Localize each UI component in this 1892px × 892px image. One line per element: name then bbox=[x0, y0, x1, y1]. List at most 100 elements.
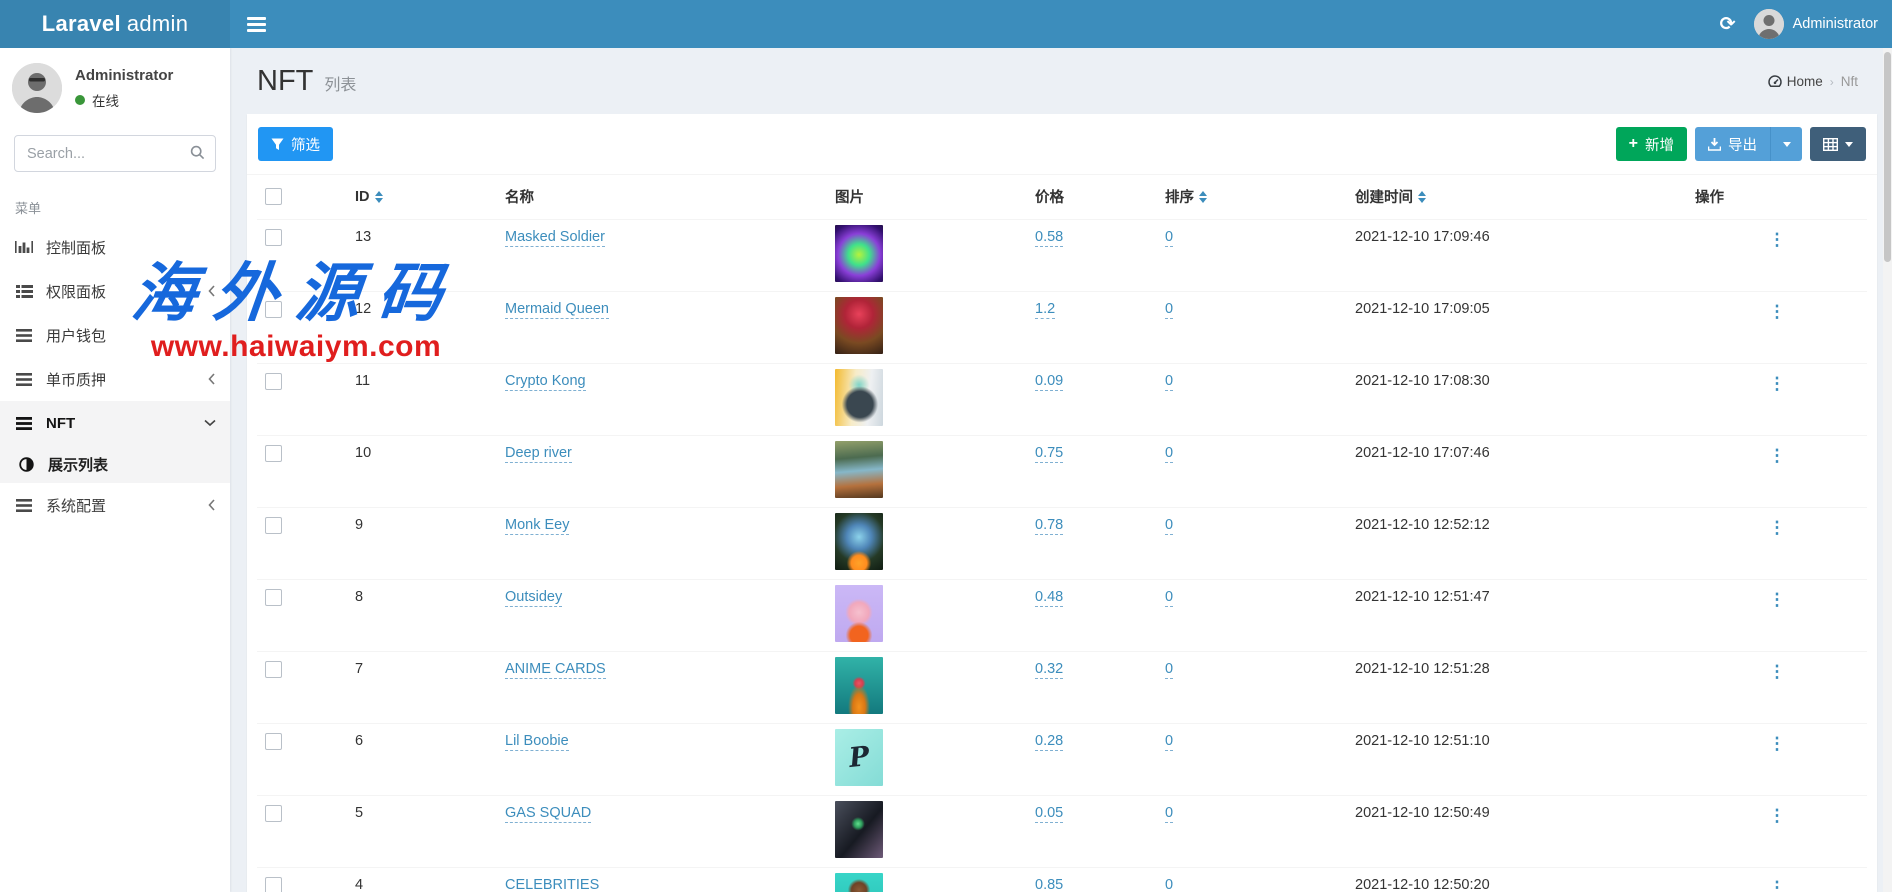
select-all-checkbox[interactable] bbox=[265, 188, 282, 205]
sidebar-menu: 控制面板 权限面板 用户钱包 单币质 bbox=[0, 225, 230, 527]
nft-price-link[interactable]: 1.2 bbox=[1035, 301, 1055, 319]
nft-price-link[interactable]: 0.32 bbox=[1035, 661, 1063, 679]
nft-price-link[interactable]: 0.85 bbox=[1035, 877, 1063, 892]
nft-price-link[interactable]: 0.48 bbox=[1035, 589, 1063, 607]
row-checkbox[interactable] bbox=[265, 877, 282, 892]
column-header-order[interactable]: 排序 bbox=[1165, 186, 1207, 207]
row-checkbox[interactable] bbox=[265, 589, 282, 606]
row-checkbox[interactable] bbox=[265, 373, 282, 390]
nft-order-link[interactable]: 0 bbox=[1165, 445, 1173, 463]
row-checkbox[interactable] bbox=[265, 301, 282, 318]
nft-price-link[interactable]: 0.05 bbox=[1035, 805, 1063, 823]
row-checkbox[interactable] bbox=[265, 229, 282, 246]
nft-price-link[interactable]: 0.28 bbox=[1035, 733, 1063, 751]
search-icon[interactable] bbox=[190, 145, 205, 160]
column-header-image: 图片 bbox=[835, 190, 864, 206]
chevron-left-icon bbox=[208, 373, 216, 385]
nft-thumbnail bbox=[835, 441, 883, 498]
menu-section-label: 菜单 bbox=[15, 198, 230, 217]
row-checkbox[interactable] bbox=[265, 661, 282, 678]
sidebar-toggle-button[interactable] bbox=[230, 0, 282, 48]
column-header-created[interactable]: 创建时间 bbox=[1355, 186, 1426, 207]
row-actions-button[interactable]: ⋮ bbox=[1763, 733, 1792, 754]
nft-id: 9 bbox=[347, 508, 497, 580]
nft-order-link[interactable]: 0 bbox=[1165, 373, 1173, 391]
sidebar-item-dashboard[interactable]: 控制面板 bbox=[0, 225, 230, 269]
sidebar-item-display-list[interactable]: 展示列表 bbox=[0, 445, 230, 483]
filter-button[interactable]: 筛选 bbox=[258, 127, 333, 161]
breadcrumb-home-link[interactable]: Home bbox=[1768, 74, 1823, 89]
nft-name-link[interactable]: Crypto Kong bbox=[505, 373, 586, 391]
nft-order-link[interactable]: 0 bbox=[1165, 661, 1173, 679]
list-icon bbox=[14, 417, 34, 430]
row-actions-button[interactable]: ⋮ bbox=[1763, 661, 1792, 682]
export-button[interactable]: 导出 bbox=[1695, 127, 1770, 161]
row-actions-button[interactable]: ⋮ bbox=[1763, 445, 1792, 466]
row-actions-button[interactable]: ⋮ bbox=[1763, 301, 1792, 322]
nft-order-link[interactable]: 0 bbox=[1165, 877, 1173, 892]
row-checkbox[interactable] bbox=[265, 445, 282, 462]
nft-price-link[interactable]: 0.78 bbox=[1035, 517, 1063, 535]
column-header-id[interactable]: ID bbox=[355, 189, 383, 205]
nft-name-link[interactable]: Lil Boobie bbox=[505, 733, 569, 751]
page-title: NFT 列表 bbox=[257, 65, 356, 98]
sidebar-item-nft[interactable]: NFT bbox=[0, 401, 230, 445]
add-button[interactable]: + 新增 bbox=[1616, 127, 1687, 161]
row-checkbox[interactable] bbox=[265, 733, 282, 750]
table-row: 12 Mermaid Queen 1.2 0 2021-12-10 17:09:… bbox=[257, 292, 1867, 364]
nft-price-link[interactable]: 0.75 bbox=[1035, 445, 1063, 463]
online-status: 在线 bbox=[75, 90, 173, 110]
row-actions-button[interactable]: ⋮ bbox=[1763, 805, 1792, 826]
columns-button[interactable] bbox=[1810, 127, 1866, 161]
nft-name-link[interactable]: Deep river bbox=[505, 445, 572, 463]
nft-order-link[interactable]: 0 bbox=[1165, 229, 1173, 247]
box-toolbar: 筛选 + 新增 导出 bbox=[247, 114, 1877, 175]
nft-order-link[interactable]: 0 bbox=[1165, 589, 1173, 607]
refresh-icon[interactable]: ⟳ bbox=[1720, 15, 1736, 34]
nft-name-link[interactable]: GAS SQUAD bbox=[505, 805, 591, 823]
nft-created-at: 2021-12-10 17:09:46 bbox=[1347, 220, 1687, 292]
sidebar-item-single-coin-staking[interactable]: 单币质押 bbox=[0, 357, 230, 401]
row-checkbox[interactable] bbox=[265, 805, 282, 822]
row-actions-button[interactable]: ⋮ bbox=[1763, 877, 1792, 892]
navbar-right: ⟳ Administrator bbox=[1720, 0, 1892, 48]
user-menu[interactable]: Administrator bbox=[1754, 9, 1878, 39]
row-actions-button[interactable]: ⋮ bbox=[1763, 589, 1792, 610]
table-row: 5 GAS SQUAD 0.05 0 2021-12-10 12:50:49 ⋮ bbox=[257, 796, 1867, 868]
table-row: 8 Outsidey 0.48 0 2021-12-10 12:51:47 ⋮ bbox=[257, 580, 1867, 652]
chevron-left-icon bbox=[208, 285, 216, 297]
sidebar-item-label: 控制面板 bbox=[46, 237, 106, 258]
chevron-down-icon bbox=[204, 419, 216, 427]
sort-icon bbox=[1418, 191, 1426, 203]
nft-price-link[interactable]: 0.58 bbox=[1035, 229, 1063, 247]
nft-price-link[interactable]: 0.09 bbox=[1035, 373, 1063, 391]
scrollbar-thumb[interactable] bbox=[1884, 52, 1891, 262]
sidebar-item-system-config[interactable]: 系统配置 bbox=[0, 483, 230, 527]
nft-name-link[interactable]: Masked Soldier bbox=[505, 229, 605, 247]
row-actions-button[interactable]: ⋮ bbox=[1763, 229, 1792, 250]
breadcrumb-current: Nft bbox=[1841, 74, 1858, 89]
table-row: 13 Masked Soldier 0.58 0 2021-12-10 17:0… bbox=[257, 220, 1867, 292]
nft-name-link[interactable]: Outsidey bbox=[505, 589, 562, 607]
table-header-row: ID 名称 图片 价格 排序 创建时间 操作 bbox=[257, 175, 1867, 220]
nft-order-link[interactable]: 0 bbox=[1165, 805, 1173, 823]
nft-name-link[interactable]: Monk Eey bbox=[505, 517, 569, 535]
nft-name-link[interactable]: Mermaid Queen bbox=[505, 301, 609, 319]
nft-order-link[interactable]: 0 bbox=[1165, 517, 1173, 535]
nft-name-link[interactable]: CELEBRITIES bbox=[505, 877, 599, 892]
nft-id: 6 bbox=[347, 724, 497, 796]
sidebar-item-user-wallet[interactable]: 用户钱包 bbox=[0, 313, 230, 357]
export-dropdown-button[interactable] bbox=[1770, 127, 1802, 161]
vertical-scrollbar[interactable] bbox=[1883, 48, 1892, 892]
sidebar-item-permissions[interactable]: 权限面板 bbox=[0, 269, 230, 313]
search-input[interactable] bbox=[14, 135, 216, 172]
brand-logo[interactable]: Laravel admin bbox=[0, 0, 230, 48]
row-actions-button[interactable]: ⋮ bbox=[1763, 373, 1792, 394]
row-checkbox[interactable] bbox=[265, 517, 282, 534]
nft-order-link[interactable]: 0 bbox=[1165, 733, 1173, 751]
row-actions-button[interactable]: ⋮ bbox=[1763, 517, 1792, 538]
nft-thumbnail bbox=[835, 297, 883, 354]
nft-name-link[interactable]: ANIME CARDS bbox=[505, 661, 606, 679]
hamburger-icon bbox=[247, 17, 266, 20]
nft-order-link[interactable]: 0 bbox=[1165, 301, 1173, 319]
